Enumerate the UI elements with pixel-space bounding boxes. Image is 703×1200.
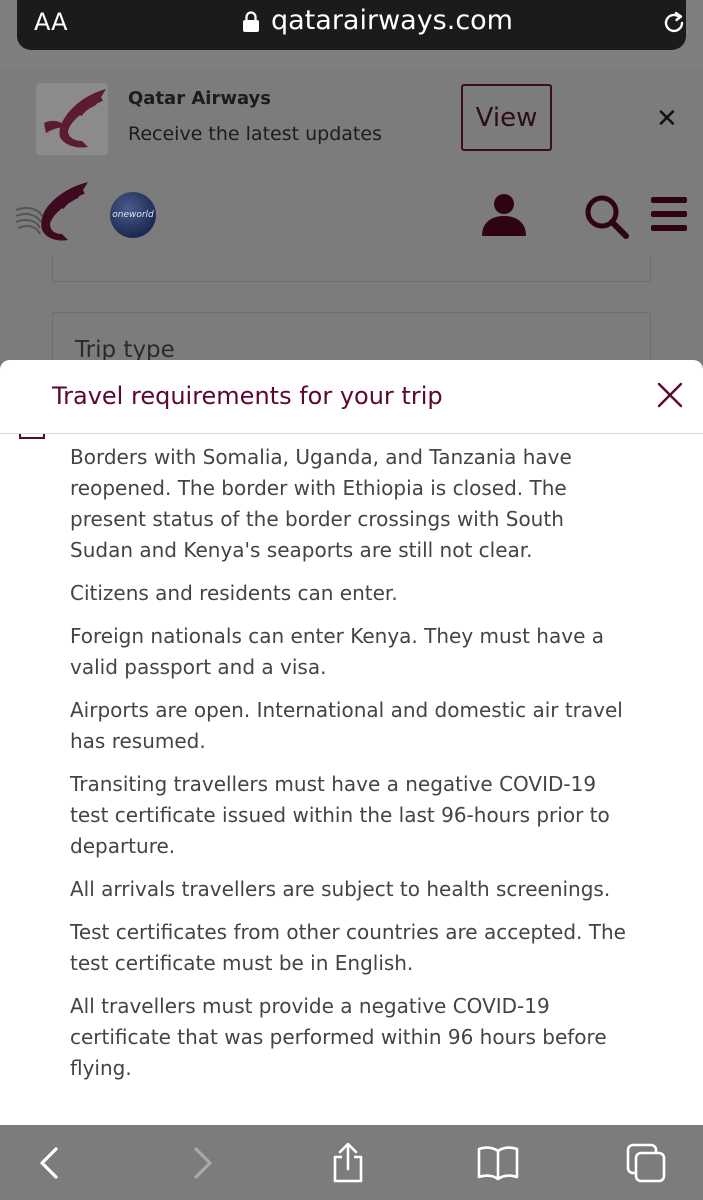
lock-icon xyxy=(243,11,259,32)
url-text[interactable]: qatarairways.com xyxy=(271,5,513,36)
forward-icon[interactable] xyxy=(180,1143,224,1183)
address-bar[interactable]: AA qatarairways.com xyxy=(17,0,686,50)
qatar-airways-logo[interactable] xyxy=(14,180,92,248)
checkbox[interactable] xyxy=(19,434,45,439)
requirement-paragraph: All travellers must provide a negative C… xyxy=(70,994,607,1080)
view-button[interactable]: View xyxy=(461,84,552,151)
close-icon[interactable] xyxy=(655,380,685,410)
oneworld-logo[interactable]: oneworld xyxy=(110,192,156,238)
requirements-content: Borders with Somalia, Uganda, and Tanzan… xyxy=(70,442,630,1096)
browser-top-bar: AA qatarairways.com xyxy=(0,0,703,68)
modal-header: Travel requirements for your trip xyxy=(0,360,703,434)
smart-app-banner: Qatar Airways Receive the latest updates… xyxy=(0,68,703,172)
travel-requirements-modal: Travel requirements for your trip Border… xyxy=(0,360,703,1125)
banner-close-icon[interactable]: ✕ xyxy=(656,104,678,134)
app-subtitle: Receive the latest updates xyxy=(128,123,382,145)
app-icon[interactable] xyxy=(36,83,108,155)
search-icon[interactable] xyxy=(582,192,630,240)
text-size-button[interactable]: AA xyxy=(34,8,68,36)
requirement-paragraph: Borders with Somalia, Uganda, and Tanzan… xyxy=(70,445,572,562)
modal-title: Travel requirements for your trip xyxy=(52,382,443,410)
page-background: Qatar Airways Receive the latest updates… xyxy=(0,68,703,392)
requirement-paragraph: Test certificates from other countries a… xyxy=(70,920,626,975)
oryx-logo-icon xyxy=(36,83,108,155)
requirement-paragraph: Citizens and residents can enter. xyxy=(70,581,398,605)
site-header: oneworld xyxy=(0,172,703,256)
requirement-paragraph: Airports are open. International and dom… xyxy=(70,698,623,753)
app-name: Qatar Airways xyxy=(128,88,271,109)
back-icon[interactable] xyxy=(28,1143,72,1183)
share-icon[interactable] xyxy=(326,1143,370,1183)
reload-icon[interactable] xyxy=(660,9,688,37)
browser-toolbar xyxy=(0,1125,703,1200)
form-card xyxy=(52,256,651,282)
requirement-paragraph: Foreign nationals can enter Kenya. They … xyxy=(70,624,604,679)
tabs-icon[interactable] xyxy=(624,1143,668,1183)
requirement-paragraph: All arrivals travellers are subject to h… xyxy=(70,877,611,901)
user-icon[interactable] xyxy=(480,190,528,238)
bookmarks-icon[interactable] xyxy=(476,1143,520,1183)
menu-icon[interactable] xyxy=(649,194,689,234)
requirement-paragraph: Transiting travellers must have a negati… xyxy=(70,772,610,858)
